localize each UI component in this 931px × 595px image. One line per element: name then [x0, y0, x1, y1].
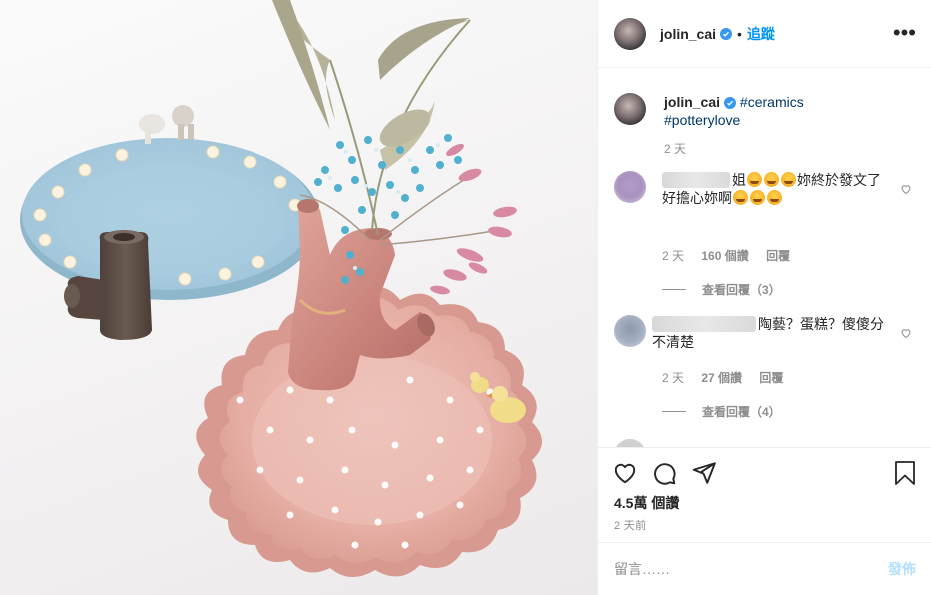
- post-sidebar: jolin_cai • 追蹤 ••• jolin_cai #ceramics #…: [597, 0, 931, 595]
- blue-plate: [20, 105, 320, 300]
- like-count[interactable]: 4.5萬 個讚: [614, 493, 679, 513]
- like-comment-heart-icon[interactable]: [900, 327, 912, 339]
- instagram-post: jolin_cai • 追蹤 ••• jolin_cai #ceramics #…: [0, 0, 931, 595]
- replies-line: [662, 411, 686, 412]
- comment-text: 陶藝？蛋糕？傻傻分不清楚: [652, 315, 892, 351]
- crying-laughing-emoji-icon: [750, 190, 765, 205]
- reply-button[interactable]: 回覆: [759, 371, 783, 385]
- crying-laughing-emoji-icon: [764, 172, 779, 187]
- view-replies-button[interactable]: 查看回覆（3）: [662, 281, 781, 298]
- like-comment-heart-icon[interactable]: [900, 183, 912, 195]
- comment-likes[interactable]: 27 個讚: [701, 371, 742, 385]
- comment-input[interactable]: [614, 561, 888, 577]
- crying-laughing-emoji-icon: [733, 190, 748, 205]
- comments-list[interactable]: jolin_cai #ceramics #potterylove 2 天 姐 妳終…: [598, 69, 931, 447]
- header-username[interactable]: jolin_cai: [660, 26, 716, 42]
- post-image[interactable]: [0, 0, 597, 595]
- verified-badge-icon: [724, 97, 737, 110]
- comment-time[interactable]: 2 天: [662, 371, 684, 385]
- crying-laughing-emoji-icon: [767, 190, 782, 205]
- share-icon[interactable]: [691, 460, 717, 486]
- post-date[interactable]: 2 天前: [614, 517, 646, 533]
- comment-meta: 2 天 160 個讚 回覆: [662, 247, 804, 264]
- view-replies-button[interactable]: 查看回覆（4）: [662, 403, 781, 420]
- comment-meta: 2 天 27 個讚 回覆: [662, 369, 797, 386]
- view-replies-label: 查看回覆（3）: [702, 283, 781, 297]
- comment-text-part: 好擔心妳啊: [662, 190, 732, 206]
- comment-icon[interactable]: [651, 460, 677, 486]
- follow-button[interactable]: 追蹤: [747, 24, 775, 44]
- avatar[interactable]: [614, 439, 646, 447]
- add-comment-bar: 發佈: [598, 542, 931, 595]
- crying-laughing-emoji-icon: [747, 172, 762, 187]
- comment-text-part: 姐: [732, 172, 746, 188]
- ceramics-photo: [20, 0, 542, 578]
- verified-badge-icon: [720, 27, 733, 40]
- post-comment-button[interactable]: 發佈: [888, 559, 916, 579]
- caption-username[interactable]: jolin_cai: [664, 94, 720, 110]
- caption-avatar[interactable]: [614, 93, 646, 125]
- replies-line: [662, 289, 686, 290]
- comment-text-part: 妳終於發文了: [797, 172, 881, 188]
- hashtag-link[interactable]: #potterylove: [664, 112, 740, 128]
- blurred-username[interactable]: [652, 316, 756, 332]
- comment-likes[interactable]: 160 個讚: [701, 249, 748, 263]
- comment-time[interactable]: 2 天: [662, 249, 684, 263]
- separator-dot: •: [737, 25, 742, 42]
- view-replies-label: 查看回覆（4）: [702, 405, 781, 419]
- post-header: jolin_cai • 追蹤 •••: [598, 0, 931, 68]
- avatar[interactable]: [614, 17, 646, 50]
- more-options-icon[interactable]: •••: [893, 22, 916, 44]
- crying-laughing-emoji-icon: [781, 172, 796, 187]
- avatar[interactable]: [614, 171, 646, 203]
- caption-time[interactable]: 2 天: [664, 140, 686, 157]
- post-actions: 4.5萬 個讚 2 天前: [598, 447, 931, 542]
- avatar[interactable]: [614, 315, 646, 347]
- reply-button[interactable]: 回覆: [766, 249, 790, 263]
- blurred-username[interactable]: [662, 172, 730, 188]
- heart-icon[interactable]: [612, 460, 638, 486]
- hashtag-link[interactable]: #ceramics: [740, 94, 804, 110]
- bookmark-icon[interactable]: [893, 460, 917, 486]
- caption-text: jolin_cai #ceramics #potterylove: [664, 93, 914, 129]
- comment-text: 姐 妳終於發文了 好擔心妳啊: [662, 171, 892, 207]
